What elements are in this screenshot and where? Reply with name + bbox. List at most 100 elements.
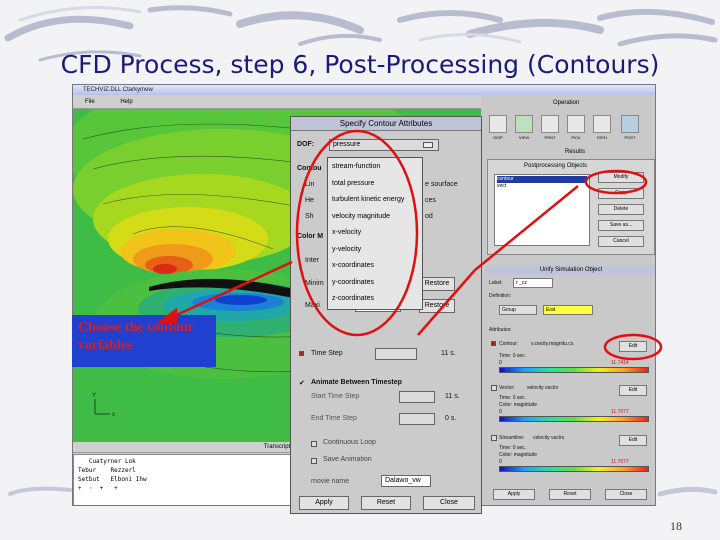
tool-caption: PICK	[571, 135, 581, 140]
streamline-colorbar	[499, 466, 649, 472]
contour-radio[interactable]	[491, 341, 496, 346]
line-option-label: Lin	[305, 181, 315, 188]
streamline-attr-label: Streamline:	[499, 435, 525, 441]
sim-object-title: Unify Simulation Object	[485, 265, 655, 275]
panel-reset-button[interactable]: Reset	[549, 489, 591, 500]
streamline-checkbox[interactable]	[491, 435, 497, 441]
results-label: Results	[565, 149, 586, 155]
start-time-unit: 11 s.	[445, 393, 460, 400]
variable-option[interactable]: turbulent kinetic energy	[328, 192, 422, 209]
variable-option[interactable]: y-velocity	[328, 242, 422, 259]
menu-bar: File Help	[73, 95, 481, 109]
operation-label: Operation	[553, 100, 580, 106]
hidden-option-label: He	[305, 197, 314, 204]
dialog-title: Specify Contour Attributes	[291, 117, 481, 131]
movie-name-label: movie name	[311, 478, 350, 485]
variable-option[interactable]: x-velocity	[328, 225, 422, 242]
transcript-line: Tebur Rezzerl	[78, 467, 136, 474]
time-step-select[interactable]	[375, 348, 417, 360]
animate-label: Animate Between Timestep	[311, 379, 402, 386]
transcript-line: + ◦ + +	[78, 485, 118, 492]
vector-edit-button[interactable]: Edit	[619, 385, 647, 396]
menu-file[interactable]: File	[73, 99, 107, 105]
transcript-line: Cuatyrner Lok	[78, 458, 136, 465]
label-field[interactable]: r _cz	[513, 278, 553, 288]
menu-help[interactable]: Help	[108, 99, 144, 105]
group-select[interactable]: Group	[499, 305, 537, 315]
contour-label: Contou	[297, 165, 322, 172]
streamline-time: Time: 0 sec.	[499, 445, 527, 451]
time-step-radio[interactable]	[299, 351, 304, 356]
save-as-button[interactable]: Save as...	[598, 220, 644, 231]
dialog-reset-button[interactable]: Reset	[361, 496, 411, 510]
restore-min-button[interactable]: Restore	[419, 277, 455, 291]
variable-option[interactable]: y-coordinates	[328, 275, 422, 292]
label-label: Label:	[489, 280, 503, 286]
list-item[interactable]: vect	[497, 183, 587, 190]
path-tool-icon[interactable]	[593, 115, 611, 133]
contour-min: 0	[499, 360, 502, 366]
tool-caption: PATH	[596, 135, 608, 140]
end-time-select[interactable]	[399, 413, 435, 425]
tool-caption: DISP	[493, 135, 503, 140]
end-time-unit: 0 s.	[445, 415, 457, 422]
end-time-label: End Time Step	[311, 415, 357, 422]
post-tool-icon[interactable]	[621, 115, 639, 133]
list-item[interactable]: contour	[497, 176, 587, 183]
surface-text: e sourface	[425, 181, 458, 188]
operation-panel: Operation DISP VIEW PRNT PICK PATH POST …	[483, 95, 655, 505]
slide-title: CFD Process, step 6, Post-Processing (Co…	[60, 50, 660, 79]
contour-var: v.cwcity.magnitu.cs	[531, 341, 574, 347]
disp-tool-icon[interactable]	[489, 115, 507, 133]
variable-option[interactable]: velocity magnitude	[328, 209, 422, 226]
view-tool-icon[interactable]	[515, 115, 533, 133]
color-map-label: Color M	[297, 233, 324, 240]
vector-min: 0	[499, 409, 502, 415]
faces-text: ces	[425, 197, 436, 204]
streamline-edit-button[interactable]: Edit	[619, 435, 647, 446]
delete-button[interactable]: Delete	[598, 204, 644, 215]
pick-tool-icon[interactable]	[567, 115, 585, 133]
region-field[interactable]: Erat	[543, 305, 593, 315]
variable-option[interactable]: stream-function	[328, 159, 422, 176]
panel-close-button[interactable]: Close	[605, 489, 647, 500]
variable-option[interactable]: z-coordinates	[328, 291, 422, 308]
panel-apply-button[interactable]: Apply	[493, 489, 535, 500]
time-step-label: Time Step	[311, 350, 343, 357]
movie-name-field[interactable]: Dalawo_vw	[381, 475, 431, 487]
variable-option[interactable]: total pressure	[328, 176, 422, 193]
cancel-button[interactable]: Cancel	[598, 236, 644, 247]
continuous-loop-checkbox[interactable]	[311, 441, 317, 447]
modify-button[interactable]: Modify	[598, 172, 644, 183]
objects-list[interactable]: contour vect	[494, 174, 590, 246]
start-time-select[interactable]	[399, 391, 435, 403]
dialog-close-button[interactable]: Close	[423, 496, 475, 510]
attributes-label: Attributes:	[489, 327, 512, 333]
transcript-log[interactable]: Cuatyrner Lok Tebur Rezzerl Setbut Elbon…	[73, 454, 293, 505]
vector-checkbox[interactable]	[491, 385, 497, 391]
tool-caption: POST	[624, 135, 636, 140]
streamline-min: 0	[499, 459, 502, 465]
variable-option[interactable]: x-coordinates	[328, 258, 422, 275]
svg-text:Y: Y	[92, 393, 96, 399]
vector-var: xelocity vaclrs	[527, 385, 559, 391]
contour-edit-button[interactable]: Edit	[619, 341, 647, 352]
restore-max-button[interactable]: Restore	[419, 299, 455, 313]
svg-text:x: x	[112, 412, 115, 418]
print-tool-icon[interactable]	[541, 115, 559, 133]
contour-time: Time: 0 sec.	[499, 353, 527, 359]
minimum-label: Minim	[305, 280, 324, 287]
maximum-label: Maxi	[305, 302, 320, 309]
shade-option-label: Sh	[305, 213, 314, 220]
save-animation-checkbox[interactable]	[311, 458, 317, 464]
checkmark-icon[interactable]: ✔	[299, 379, 305, 387]
vector-color: Color: magnitude	[499, 402, 538, 408]
contour-variable-dropdown[interactable]: stream-function total pressure turbulent…	[327, 157, 423, 310]
dialog-apply-button[interactable]: Apply	[299, 496, 349, 510]
vector-max: 11.7077	[611, 409, 629, 415]
contour-max: 11.7414	[611, 360, 629, 366]
copy-button[interactable]: Copy	[598, 188, 644, 199]
contour-colorbar	[499, 367, 649, 373]
streamline-color: Color: magnitude	[499, 452, 538, 458]
dropdown-arrow-icon[interactable]	[423, 142, 433, 148]
